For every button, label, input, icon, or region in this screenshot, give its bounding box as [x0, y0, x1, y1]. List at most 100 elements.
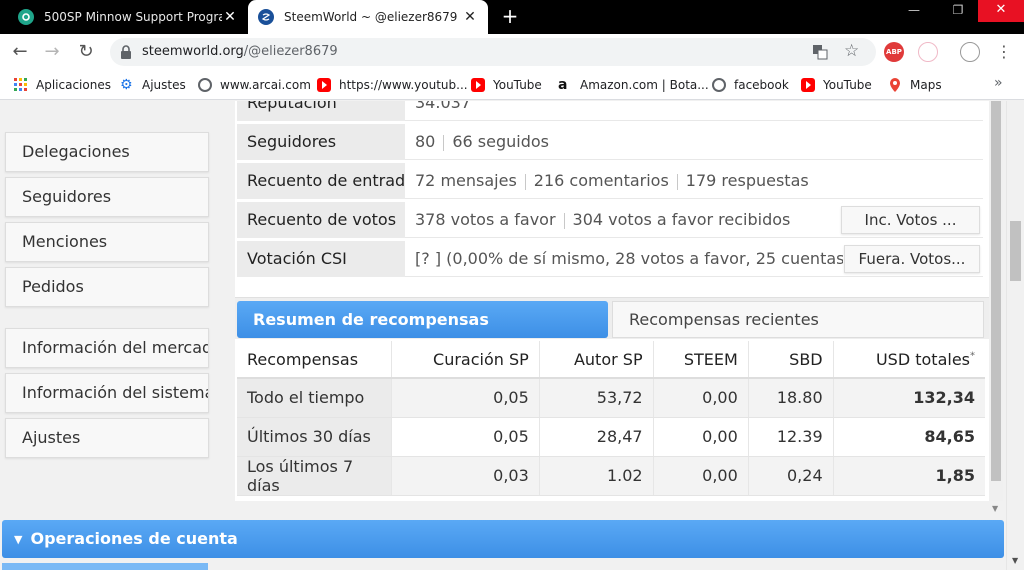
table-cell: 12.39 — [747, 417, 834, 457]
votes-in: 304 votos a favor recibidos — [572, 210, 791, 229]
tab-minnow-support[interactable]: 500SP Minnow Support Program ✕ — [8, 0, 248, 34]
bookmarks-bar: Aplicaciones ⚙ Ajustes www.arcai.com htt… — [0, 70, 1024, 100]
row-label: Reputación — [237, 101, 405, 121]
tab-steemworld[interactable]: SteemWorld ~ @eliezer8679 ✕ — [248, 0, 488, 34]
table-cell: 18.80 — [747, 378, 834, 418]
youtube-icon — [471, 78, 485, 92]
translate-icon[interactable] — [812, 44, 828, 60]
bookmark-amazon[interactable]: a Amazon.com | Bota... — [558, 76, 709, 94]
row-label: Votación CSI — [237, 241, 405, 277]
lock-icon — [121, 45, 131, 59]
row-label: Seguidores — [237, 124, 405, 160]
window-close-icon[interactable]: ✕ — [978, 0, 1024, 22]
table-header-row: Recompensas Curación SP Autor SP STEEM S… — [237, 341, 985, 379]
divider — [524, 173, 526, 190]
account-details-panel: Reputación 34.037 Seguidores 80 66 seguid… — [235, 101, 989, 501]
restore-icon[interactable]: ❐ — [936, 0, 980, 22]
url-text: steemworld.org/@eliezer8679 — [142, 44, 338, 59]
bookmark-apps[interactable]: Aplicaciones — [14, 76, 111, 94]
sidebar-item-label: Información del mercado — [22, 338, 209, 357]
bookmark-label: Amazon.com | Bota... — [580, 78, 709, 92]
apps-grid-icon — [14, 78, 27, 91]
next-section-header[interactable] — [2, 563, 208, 570]
youtube-icon — [317, 78, 331, 92]
sidebar-item-orders[interactable]: Pedidos — [5, 267, 209, 307]
rewards-tabs: Resumen de recompensas Recompensas recie… — [235, 297, 989, 339]
browser-toolbar: ← → ↻ steemworld.org/@eliezer8679 ☆ ABP … — [0, 34, 1024, 70]
new-tab-icon[interactable]: + — [500, 6, 520, 26]
reputation-row: Reputación 34.037 — [237, 101, 983, 121]
table-cell-total: 1,85 — [832, 456, 985, 496]
sidebar-item-label: Información del sistema — [22, 383, 209, 402]
bookmark-maps[interactable]: Maps — [888, 76, 942, 94]
votes-count-value: 378 votos a favor 304 votos a favor recib… — [415, 202, 790, 238]
table-cell: 0,03 — [390, 456, 540, 496]
column-header: SBD — [747, 341, 834, 379]
sidebar-item-system-info[interactable]: Información del sistema — [5, 373, 209, 413]
bookmark-label: Aplicaciones — [36, 78, 111, 92]
row-label: Todo el tiempo — [237, 378, 391, 418]
address-bar[interactable]: steemworld.org/@eliezer8679 ☆ — [110, 38, 876, 66]
followers-value: 80 66 seguidos — [415, 124, 549, 160]
followers-count[interactable]: 80 — [415, 132, 435, 151]
column-header: Recompensas — [237, 341, 391, 379]
footnote-asterisk: * — [970, 350, 975, 362]
row-label: Recuento de entradas — [237, 163, 405, 199]
sidebar-item-followers[interactable]: Seguidores — [5, 177, 209, 217]
bookmark-settings[interactable]: ⚙ Ajustes — [120, 76, 186, 94]
bookmark-label: Ajustes — [142, 78, 186, 92]
table-cell: 0,00 — [652, 417, 749, 457]
globe-icon — [712, 78, 726, 92]
more-bookmarks-icon[interactable]: » — [994, 75, 1003, 91]
maps-pin-icon — [890, 78, 900, 92]
extension-icon[interactable] — [918, 42, 938, 62]
minimize-icon[interactable]: — — [892, 0, 936, 22]
incoming-votes-button[interactable]: Inc. Votos ... — [841, 206, 980, 234]
back-arrow-icon[interactable]: ← — [8, 40, 32, 64]
sidebar-item-mentions[interactable]: Menciones — [5, 222, 209, 262]
bookmark-youtube[interactable]: YouTube — [471, 76, 542, 94]
tab-rewards-summary[interactable]: Resumen de recompensas — [237, 301, 608, 338]
bookmark-youtube-2[interactable]: YouTube — [801, 76, 872, 94]
csi-row: Votación CSI [? ] (0,00% de sí mismo, 28… — [237, 241, 983, 277]
minnow-icon — [18, 9, 34, 25]
page-scrollbar[interactable]: ▼ — [1006, 101, 1024, 570]
table-cell: 0,05 — [390, 417, 540, 457]
kebab-menu-icon[interactable]: ⋮ — [996, 43, 1012, 63]
following-count[interactable]: 66 seguidos — [452, 132, 549, 151]
caret-down-icon: ▼ — [14, 532, 23, 546]
account-operations-header[interactable]: ▼ Operaciones de cuenta — [2, 520, 1004, 558]
bookmark-arcai[interactable]: www.arcai.com — [198, 76, 311, 94]
votes-count-row: Recuento de votos 378 votos a favor 304 v… — [237, 202, 983, 238]
reputation-value: 34.037 — [415, 101, 471, 112]
page-viewport: Delegaciones Seguidores Menciones Pedido… — [0, 101, 1024, 570]
forward-arrow-icon[interactable]: → — [40, 40, 64, 64]
row-label: Recuento de votos — [237, 202, 405, 238]
close-icon[interactable]: ✕ — [222, 9, 238, 25]
scrollbar-thumb[interactable] — [1010, 221, 1021, 281]
adblock-plus-icon[interactable]: ABP — [884, 42, 904, 62]
reload-icon[interactable]: ↻ — [74, 40, 98, 64]
bookmark-youtube-link[interactable]: https://www.youtub... — [317, 76, 468, 94]
sidebar-item-label: Delegaciones — [22, 142, 130, 161]
bookmark-star-icon[interactable]: ☆ — [844, 41, 859, 61]
column-header: Curación SP — [390, 341, 540, 379]
table-cell: 53,72 — [538, 378, 654, 418]
bookmark-label: www.arcai.com — [220, 78, 311, 92]
outgoing-votes-button[interactable]: Fuera. Votos... — [844, 245, 980, 273]
scroll-down-arrow-icon[interactable]: ▼ — [992, 504, 998, 513]
bookmark-facebook[interactable]: facebook — [712, 76, 789, 94]
panel-scrollbar[interactable]: ▼ — [989, 101, 1003, 513]
tab-recent-rewards[interactable]: Recompensas recientes — [612, 301, 984, 338]
scrollbar-thumb[interactable] — [991, 101, 1001, 481]
scroll-down-arrow-icon[interactable]: ▼ — [1012, 556, 1018, 565]
sidebar-item-settings[interactable]: Ajustes — [5, 418, 209, 458]
sidebar-item-market-info[interactable]: Información del mercado — [5, 328, 209, 368]
sidebar-item-delegations[interactable]: Delegaciones — [5, 132, 209, 172]
extension-icon[interactable] — [960, 42, 980, 62]
table-cell-total: 84,65 — [832, 417, 985, 457]
close-icon[interactable]: ✕ — [462, 9, 478, 25]
table-row: Últimos 30 días 0,05 28,47 0,00 12.39 84… — [237, 417, 985, 457]
section-title: Operaciones de cuenta — [30, 529, 238, 548]
bookmark-label: https://www.youtub... — [339, 78, 468, 92]
